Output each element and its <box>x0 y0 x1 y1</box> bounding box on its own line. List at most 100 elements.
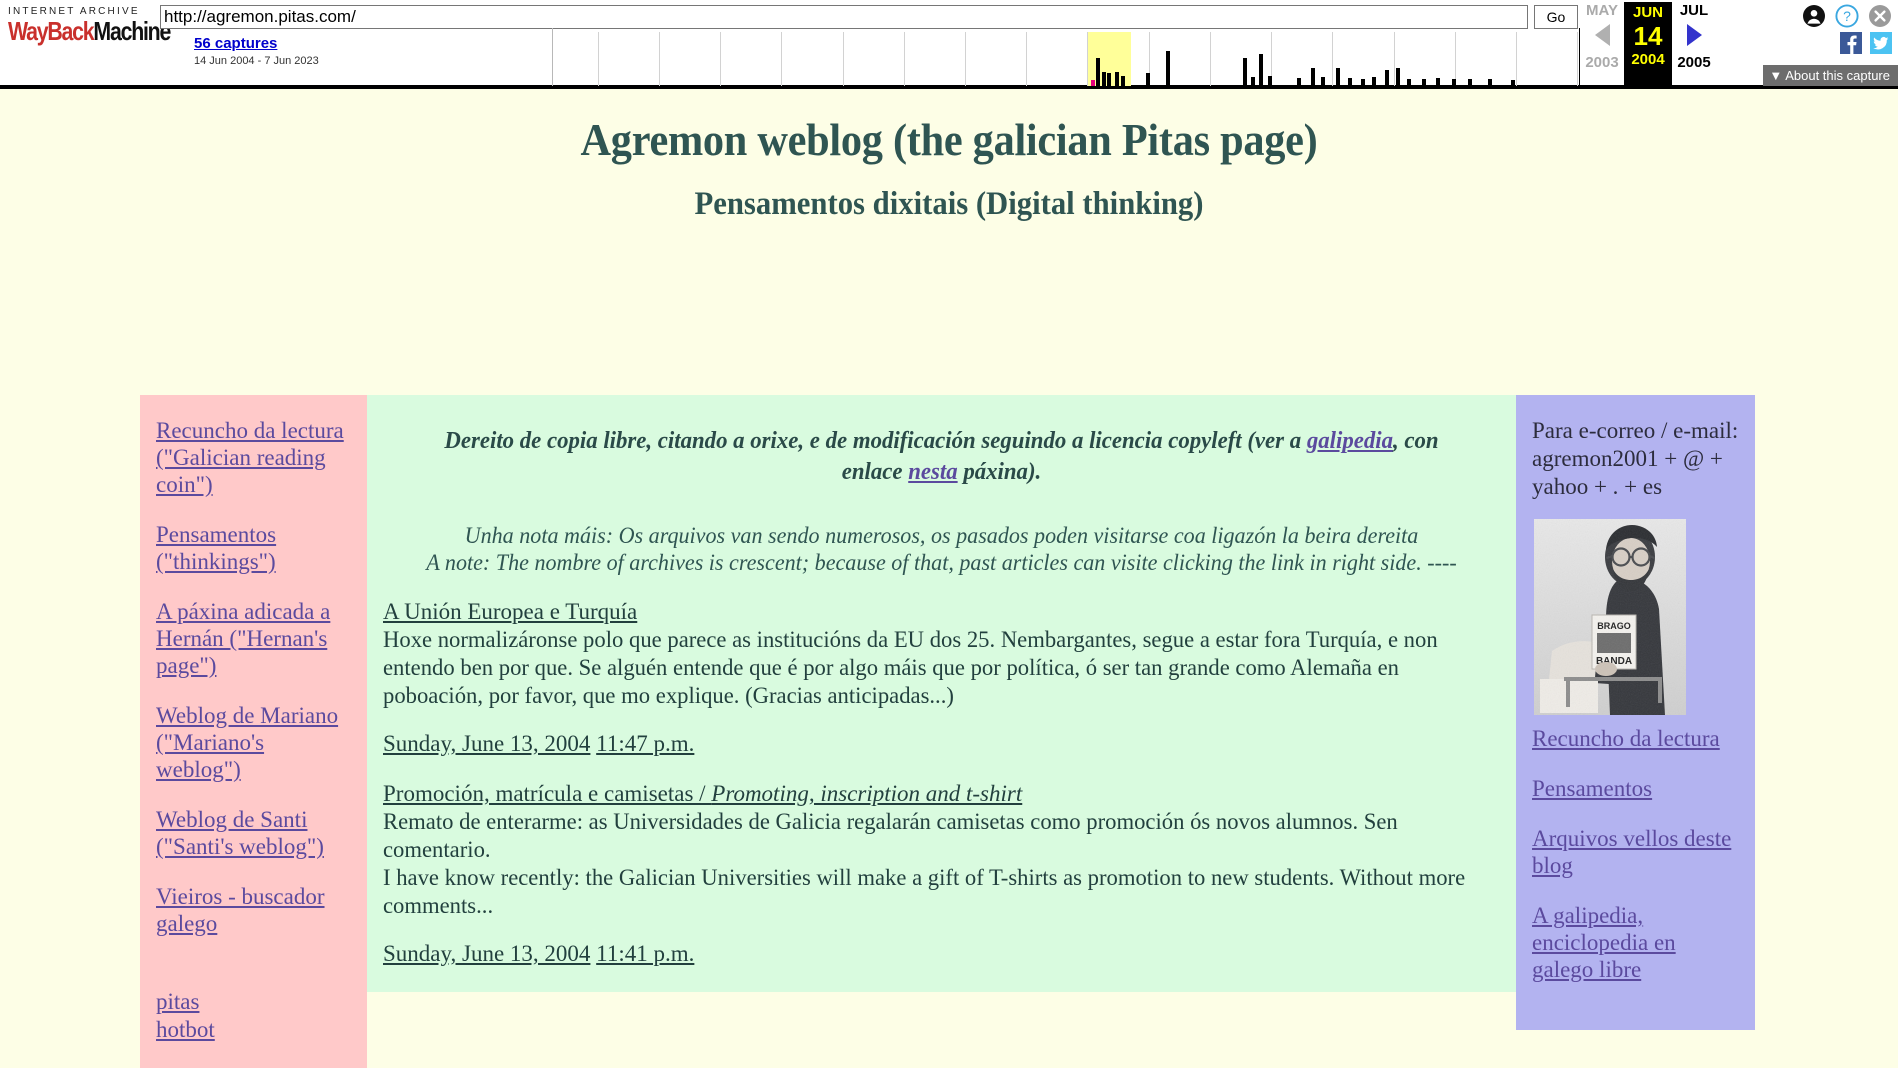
timeline-capture-bar[interactable] <box>1243 58 1248 86</box>
timeline-year-tick <box>1393 32 1395 86</box>
wordmark-machine: Machine <box>93 16 171 46</box>
post-entry: Promoción, matrícula e camisetas / Promo… <box>381 780 1502 968</box>
main-content: Dereito de copia libre, citando a orixe,… <box>367 395 1516 992</box>
archive-note-english: A note: The nombre of archives is cresce… <box>426 550 1457 575</box>
timeline-capture-bar[interactable] <box>1259 54 1264 86</box>
wayback-date-nav: MAY 2003 JUN 14 2004 JUL 2005 ? ▼ About … <box>1580 0 1898 87</box>
timeline-year-tick <box>964 32 966 86</box>
archive-note: Unha nota máis: Os arquivos van sendo nu… <box>403 488 1479 576</box>
twitter-icon[interactable] <box>1870 32 1892 54</box>
post-body: Remato de enterarme: as Universidades de… <box>383 809 1466 918</box>
sidebar-link-pitas[interactable]: pitas <box>156 988 349 1016</box>
sidebar-link-recuncho-lectura-right[interactable]: Recuncho da lectura <box>1532 725 1741 752</box>
post-title-link[interactable]: Promoción, matrícula e camisetas / Promo… <box>383 781 1022 806</box>
month-next-label: JUL <box>1679 2 1709 19</box>
wayback-machine-wordmark: WayBackMachine <box>8 18 171 44</box>
timeline-capture-bar[interactable] <box>1268 76 1273 86</box>
post-time[interactable]: 11:47 p.m. <box>596 731 694 756</box>
timeline-capture-bar[interactable] <box>1310 68 1315 86</box>
timeline-capture-bar[interactable] <box>1384 70 1389 86</box>
sidebar-link-pensamentos-right[interactable]: Pensamentos <box>1532 775 1741 802</box>
sidebar-link-hotbot[interactable]: hotbot <box>156 1016 349 1044</box>
timeline-capture-bar[interactable] <box>1145 73 1150 86</box>
email-label: Para e-correo / e-mail: <box>1532 418 1739 443</box>
user-circle-icon[interactable] <box>1802 4 1826 28</box>
sidebar-link-pensamentos[interactable]: Pensamentos ("thinkings") <box>156 521 349 575</box>
toolbar-icon-group: ? <box>1802 4 1892 28</box>
prev-capture-arrow-icon[interactable] <box>1594 24 1610 46</box>
notice-part1: Dereito de copia libre, citando a orixe,… <box>444 428 1307 454</box>
question-circle-icon[interactable]: ? <box>1835 4 1859 28</box>
url-input[interactable] <box>160 5 1528 29</box>
timeline-year-tick <box>842 32 844 86</box>
timeline-capture-bar[interactable] <box>1250 77 1255 86</box>
post-title-italic: Promoting, inscription and t-shirt <box>711 781 1023 806</box>
social-icon-group <box>1840 32 1892 54</box>
post-entry: A Unión Europea e Turquía Hoxe normalizá… <box>381 598 1502 758</box>
month-prev-label: MAY <box>1586 2 1618 19</box>
current-capture-date: JUN 14 2004 <box>1624 2 1672 87</box>
sidebar-link-galipedia[interactable]: A galipedia, enciclopedia en galego libr… <box>1532 902 1741 983</box>
timeline-capture-bar[interactable] <box>1407 79 1412 86</box>
go-button[interactable]: Go <box>1534 5 1578 29</box>
timeline-capture-bar[interactable] <box>1467 79 1472 86</box>
timeline-year-tick <box>781 32 783 86</box>
timeline-capture-bar[interactable] <box>1421 79 1426 86</box>
sidebar-link-arquivos-vellos[interactable]: Arquivos vellos deste blog <box>1532 825 1741 879</box>
left-sidebar: Recuncho da lectura ("Galician reading c… <box>140 395 367 1068</box>
timeline-capture-bar[interactable] <box>1297 78 1302 86</box>
timeline-capture-bar[interactable] <box>1096 58 1101 86</box>
post-date[interactable]: Sunday, June 13, 2004 <box>383 731 590 756</box>
archive-note-galician: Unha nota máis: Os arquivos van sendo nu… <box>464 523 1419 548</box>
wayback-logo[interactable]: INTERNET ARCHIVE WayBackMachine <box>0 0 171 44</box>
timeline-capture-bar[interactable] <box>1107 73 1112 86</box>
timeline-capture-bar[interactable] <box>1451 79 1456 86</box>
timeline-capture-bar[interactable] <box>1435 78 1440 86</box>
timeline-year-tick <box>1577 32 1579 86</box>
month-next-col[interactable]: JUL 2005 <box>1672 2 1716 71</box>
timeline-capture-bar[interactable] <box>1166 51 1171 86</box>
post-date[interactable]: Sunday, June 13, 2004 <box>383 941 590 966</box>
year-prev-label: 2003 <box>1585 54 1619 71</box>
post-timestamp: Sunday, June 13, 2004 11:47 p.m. <box>383 730 694 758</box>
timeline-capture-bar[interactable] <box>1336 68 1341 86</box>
notice-link-nesta[interactable]: nesta <box>908 459 957 485</box>
timeline-capture-bar[interactable] <box>1090 80 1095 86</box>
about-this-capture-button[interactable]: ▼ About this capture <box>1763 65 1898 86</box>
sidebar-link-mariano-weblog[interactable]: Weblog de Mariano ("Mariano's weblog") <box>156 702 349 783</box>
sidebar-link-recuncho-lectura[interactable]: Recuncho da lectura ("Galician reading c… <box>156 417 349 498</box>
timeline-year-tick <box>1332 32 1334 86</box>
timeline-capture-bar[interactable] <box>1372 77 1377 86</box>
timeline-year-tick <box>1087 32 1089 86</box>
facebook-icon[interactable] <box>1840 32 1862 54</box>
url-row: Go <box>160 5 1580 29</box>
post-timestamp: Sunday, June 13, 2004 11:41 p.m. <box>383 940 694 968</box>
next-capture-arrow-icon[interactable] <box>1686 24 1702 46</box>
timeline-year-tick <box>1516 32 1518 86</box>
month-prev-col[interactable]: MAY 2003 <box>1580 2 1624 71</box>
timeline-capture-bar[interactable] <box>1348 78 1353 86</box>
timeline-year-tick <box>1454 32 1456 86</box>
post-title-link[interactable]: A Unión Europea e Turquía <box>383 599 637 624</box>
sidebar-link-vieiros[interactable]: Vieiros - buscador galego <box>156 883 349 937</box>
notice-link-galipedia[interactable]: galipedia <box>1307 428 1393 454</box>
post-time[interactable]: 11:41 p.m. <box>596 941 694 966</box>
close-circle-icon[interactable] <box>1868 4 1892 28</box>
chevron-down-icon: ▼ <box>1769 68 1783 83</box>
sidebar-link-hernan-page[interactable]: A páxina adicada a Hernán ("Hernan's pag… <box>156 598 349 679</box>
timeline-capture-bar[interactable] <box>1361 79 1366 86</box>
year-next-label: 2005 <box>1677 54 1711 71</box>
sidebar-link-santi-weblog[interactable]: Weblog de Santi ("Santi's weblog") <box>156 806 349 860</box>
timeline-capture-bar[interactable] <box>1114 72 1119 86</box>
captures-count-link[interactable]: 56 captures <box>160 35 277 52</box>
timeline-capture-bar[interactable] <box>1101 72 1106 86</box>
author-photo: BRAGO BANDA <box>1534 519 1686 715</box>
captures-timeline[interactable] <box>552 28 1580 86</box>
timeline-capture-bar[interactable] <box>1120 76 1125 86</box>
timeline-capture-bar[interactable] <box>1396 68 1401 86</box>
timeline-year-tick <box>1026 32 1028 86</box>
timeline-capture-bar[interactable] <box>1321 77 1326 86</box>
archived-page: Agremon weblog (the galician Pitas page)… <box>0 89 1898 1068</box>
timeline-capture-bar[interactable] <box>1487 79 1492 86</box>
timeline-capture-bar[interactable] <box>1511 80 1516 86</box>
